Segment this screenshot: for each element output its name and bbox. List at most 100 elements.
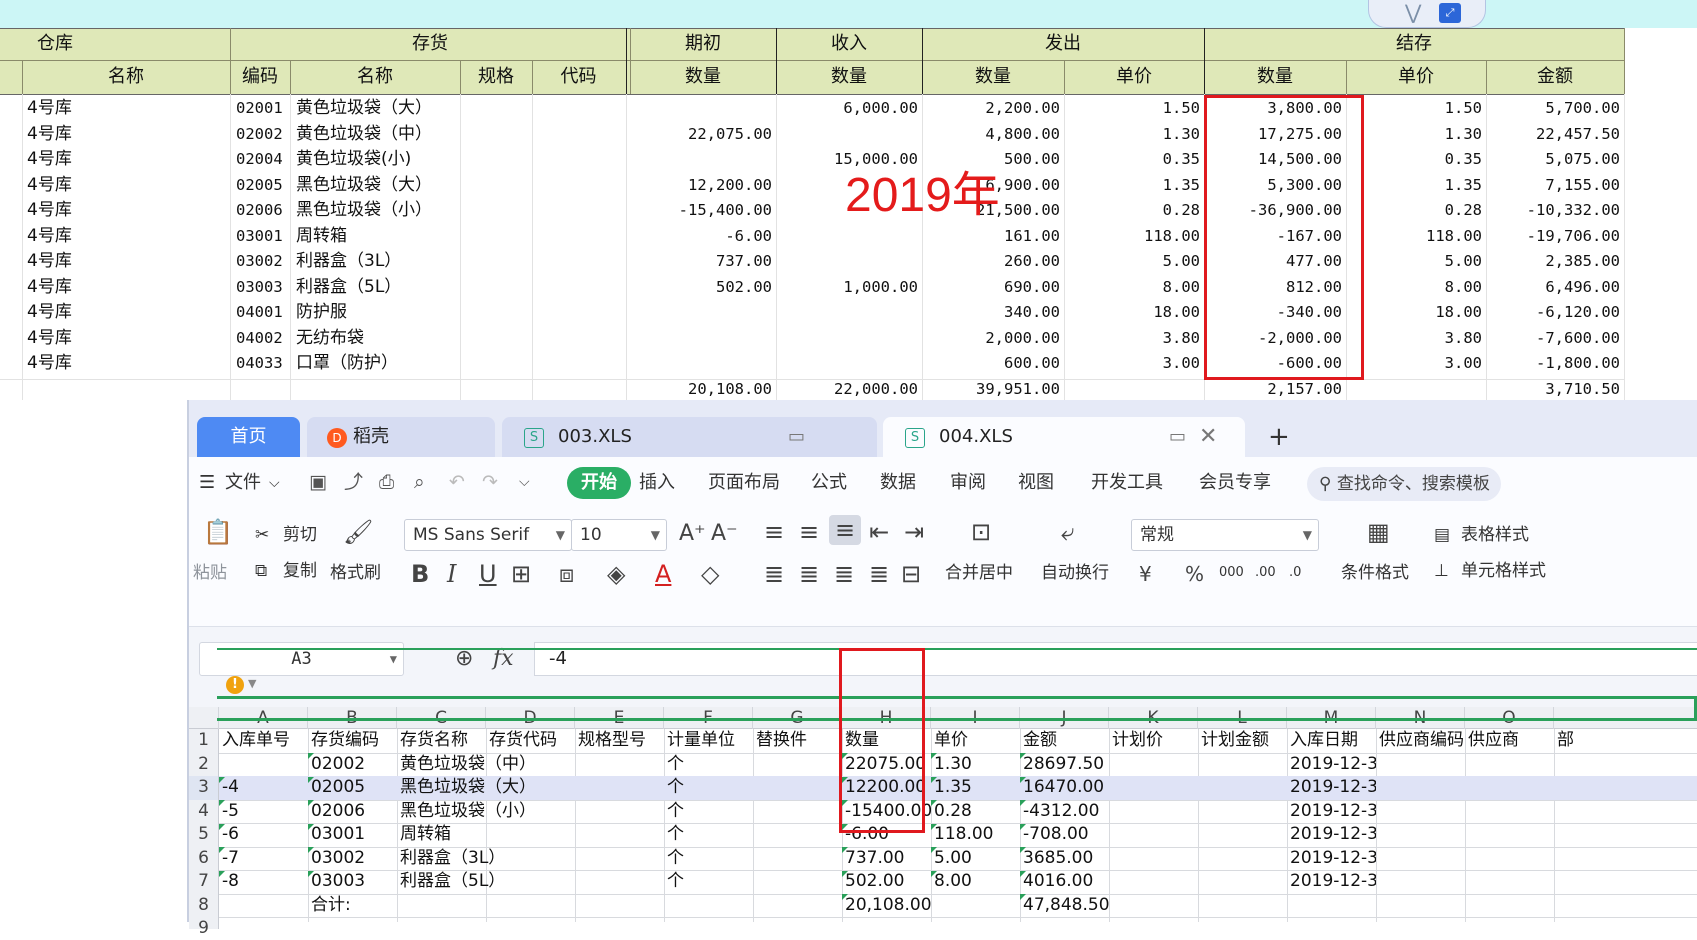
merge-center-button[interactable]: 合并居中 (945, 561, 1013, 585)
chevron-down-icon[interactable]: ⌵ (269, 471, 280, 495)
cell-c[interactable]: 周转箱 (398, 823, 573, 847)
row-number[interactable]: 6 (189, 846, 219, 870)
align-center-icon[interactable]: ≣ (799, 559, 819, 589)
cell-i[interactable]: 0.28 (932, 800, 1020, 824)
paste-icon[interactable]: 📋 (203, 517, 233, 547)
cell-j[interactable]: 16470.00 (1021, 776, 1109, 800)
cell-a[interactable]: -8 (220, 870, 308, 894)
row-number[interactable]: 3 (189, 776, 219, 800)
cell-h[interactable]: 737.00 (843, 847, 931, 871)
thousands-icon[interactable]: 000 (1219, 561, 1244, 585)
table-style-button[interactable]: 表格样式 (1461, 523, 1529, 547)
copy-button[interactable]: 复制 (283, 559, 317, 583)
row-number[interactable]: 2 (189, 752, 219, 776)
header-cell[interactable]: 供应商编码 (1377, 729, 1465, 753)
copy-icon[interactable]: ⧉ (255, 559, 267, 583)
header-cell[interactable]: 规格型号 (576, 729, 664, 753)
merge-center-icon[interactable]: ⊡ (971, 517, 991, 547)
header-cell[interactable]: 计划金额 (1199, 729, 1287, 753)
cell-style-button[interactable]: 单元格样式 (1461, 559, 1546, 583)
header-cell[interactable]: 部 (1555, 729, 1615, 753)
menu-insert[interactable]: 插入 (639, 471, 675, 495)
header-cell[interactable]: 存货编码 (309, 729, 397, 753)
row-number[interactable]: 9 (189, 917, 219, 938)
cell-f[interactable]: 个 (665, 776, 753, 800)
add-tab-button[interactable]: + (1268, 417, 1290, 457)
cell-b[interactable]: 02006 (309, 800, 397, 824)
print-icon[interactable]: ⎙ (379, 470, 394, 494)
header-cell[interactable]: 入库日期 (1288, 729, 1376, 753)
cell-f[interactable]: 个 (665, 847, 753, 871)
cut-button[interactable]: 剪切 (283, 523, 317, 547)
decrease-decimal-icon[interactable]: .0 (1289, 561, 1301, 585)
header-cell[interactable]: 存货名称 (398, 729, 486, 753)
font-color-icon[interactable]: A (655, 559, 671, 589)
menu-view[interactable]: 视图 (1018, 471, 1054, 495)
currency-icon[interactable]: ¥ (1139, 559, 1152, 589)
font-shrink-icon[interactable]: A⁻ (711, 519, 738, 549)
row-number[interactable]: 1 (189, 729, 219, 753)
tab-home[interactable]: 首页 (197, 417, 300, 457)
cell-m[interactable]: 2019-12-31 (1288, 753, 1376, 777)
cell-m[interactable]: 2019-12-31 (1288, 870, 1376, 894)
cell-m[interactable]: 2019-12-31 (1288, 847, 1376, 871)
print-preview-icon[interactable]: ⌕ (414, 470, 425, 494)
wrap-text-icon[interactable]: ⤶ (1061, 517, 1074, 547)
justify-icon[interactable]: ≣ (869, 559, 889, 589)
align-left-icon[interactable]: ≣ (764, 559, 784, 589)
cell-c[interactable]: 利器盒（3L） (398, 847, 573, 871)
distributed-icon[interactable]: ⊟ (901, 559, 921, 589)
header-cell[interactable]: 计划价 (1110, 729, 1198, 753)
row-number[interactable]: 4 (189, 799, 219, 823)
select-all-corner[interactable] (189, 707, 219, 729)
cell-j[interactable]: 3685.00 (1021, 847, 1109, 871)
cell-style-icon[interactable]: ⊥ (1434, 559, 1449, 583)
undo-icon[interactable]: ↶ (449, 470, 465, 494)
floating-widget[interactable]: ⋁ ⤢ (1368, 0, 1486, 28)
cell-b[interactable]: 02005 (309, 776, 397, 800)
save-icon[interactable]: ▣ (309, 470, 327, 494)
italic-icon[interactable]: I (447, 559, 456, 589)
cell-f[interactable]: 个 (665, 753, 753, 777)
total-quantity[interactable]: 20,108.00 (843, 894, 931, 918)
align-bottom-icon[interactable]: ≡ (829, 515, 862, 545)
cell-f[interactable]: 个 (665, 823, 753, 847)
menu-dev-tools[interactable]: 开发工具 (1091, 471, 1163, 495)
cell-i[interactable]: 118.00 (932, 823, 1020, 847)
cell-f[interactable]: 个 (665, 800, 753, 824)
tab-daoke[interactable]: D 稻壳 (307, 417, 495, 457)
percent-icon[interactable]: % (1185, 559, 1204, 589)
cell-j[interactable]: -708.00 (1021, 823, 1109, 847)
menu-member[interactable]: 会员专享 (1199, 471, 1271, 495)
header-cell[interactable]: 入库单号 (220, 729, 308, 753)
row-number[interactable]: 7 (189, 870, 219, 894)
cell-a[interactable]: -6 (220, 823, 308, 847)
number-format-select[interactable]: 常规 ▼ (1131, 519, 1319, 551)
increase-decimal-icon[interactable]: .00 (1255, 561, 1276, 585)
cell-m[interactable]: 2019-12-31 (1288, 823, 1376, 847)
chevron-down-icon[interactable]: ▼ (248, 677, 256, 690)
format-painter-icon[interactable]: 🖌 (343, 517, 373, 547)
underline-icon[interactable]: U (479, 559, 497, 589)
clear-format-icon[interactable]: ◇ (701, 559, 719, 589)
cell-h[interactable]: 502.00 (843, 870, 931, 894)
cell-i[interactable]: 8.00 (932, 870, 1020, 894)
header-cell[interactable]: 金额 (1021, 729, 1109, 753)
cell-a[interactable]: -4 (220, 776, 308, 800)
redo-icon[interactable]: ↷ (482, 470, 498, 494)
cell-f[interactable]: 个 (665, 870, 753, 894)
menu-layout[interactable]: 页面布局 (708, 471, 780, 495)
cell-c[interactable]: 黑色垃圾袋（小） (398, 800, 573, 824)
cell-i[interactable]: 5.00 (932, 847, 1020, 871)
font-size-select[interactable]: 10 ▼ (571, 519, 667, 551)
cell-i[interactable]: 1.30 (932, 753, 1020, 777)
tab-file-003[interactable]: S 003.XLS ▭ (502, 417, 877, 457)
format-painter-button[interactable]: 格式刷 (330, 561, 381, 585)
cell-j[interactable]: 28697.50 (1021, 753, 1109, 777)
align-middle-icon[interactable]: ≡ (799, 517, 819, 547)
cell-j[interactable]: 4016.00 (1021, 870, 1109, 894)
menu-data[interactable]: 数据 (880, 471, 916, 495)
monitor-icon[interactable]: ▭ (1169, 417, 1186, 457)
align-right-icon[interactable]: ≣ (834, 559, 854, 589)
border-icon[interactable]: ⊞ (511, 559, 531, 589)
